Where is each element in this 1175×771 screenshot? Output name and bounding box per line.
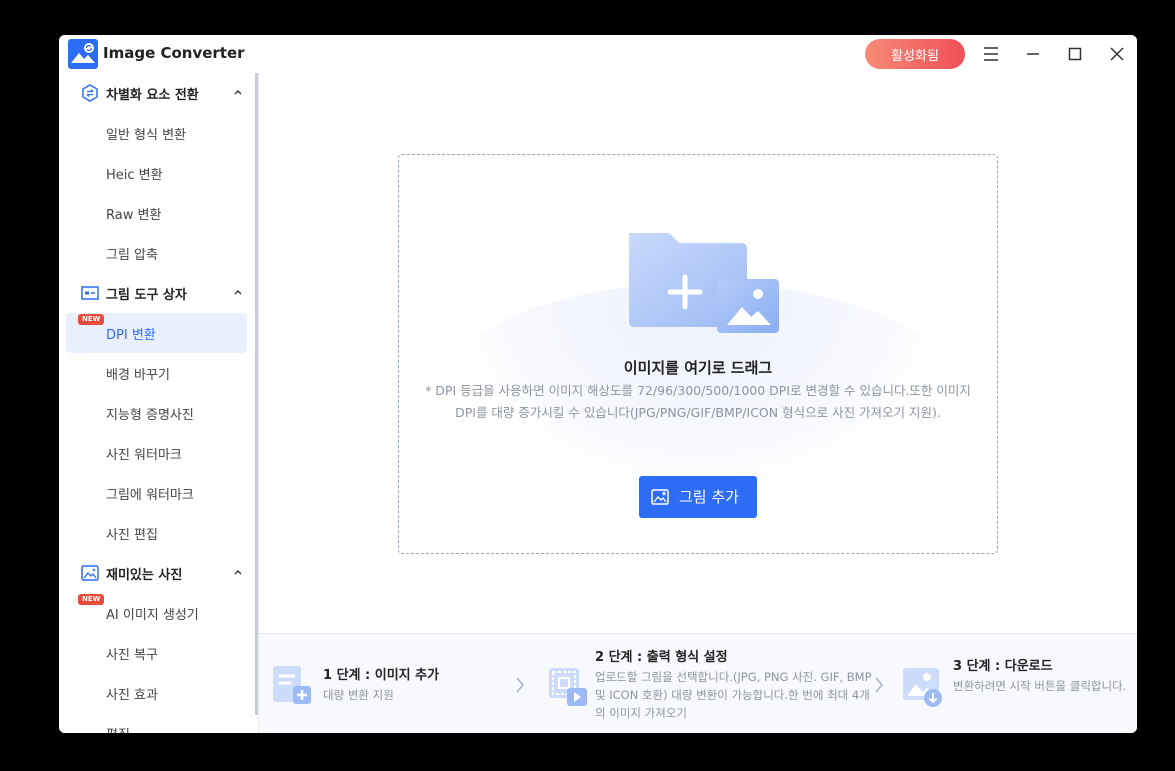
step-title: 2 단계 : 출력 형식 설정 — [595, 650, 728, 665]
app-window: Image Converter 활성화됨 차별화 요소 전환 일반 형식 변환 — [59, 35, 1137, 733]
title-bar: Image Converter 활성화됨 — [59, 35, 1137, 73]
maximize-icon[interactable] — [1064, 43, 1086, 65]
sidebar-item-label: 일반 형식 변환 — [106, 128, 187, 143]
activate-button[interactable]: 활성화됨 — [865, 39, 965, 69]
sidebar-item-raw[interactable]: Raw 변환 — [66, 193, 247, 233]
chevron-right-icon — [516, 677, 525, 693]
step-description: 변환하려면 시작 버튼을 클릭합니다. — [953, 679, 1127, 693]
sidebar-item-edit[interactable]: 편집 — [66, 713, 247, 733]
close-icon[interactable] — [1106, 43, 1128, 65]
sidebar-item-label: Heic 변환 — [106, 168, 163, 183]
sidebar-item-heic[interactable]: Heic 변환 — [66, 153, 247, 193]
sidebar-section-label: 재미있는 사진 — [106, 568, 183, 583]
sidebar-item-compress[interactable]: 그림 압축 — [66, 233, 247, 273]
sidebar-item-photo-edit[interactable]: 사진 편집 — [66, 513, 247, 553]
chevron-right-icon — [875, 677, 884, 693]
sidebar-item-label: 사진 효과 — [106, 688, 158, 703]
sidebar-item-label: 편집 — [106, 724, 130, 733]
sidebar-item-photo-watermark[interactable]: 사진 워터마크 — [66, 433, 247, 473]
sidebar-section-image-toolbox[interactable]: 그림 도구 상자 — [59, 273, 257, 313]
sidebar-item-label: 그림 압축 — [106, 248, 158, 263]
drop-zone-title: 이미지를 여기로 드래그 — [623, 359, 773, 377]
step-2: 2 단계 : 출력 형식 설정 업로드할 그림을 선택합니다.(JPG, PNG… — [545, 634, 875, 733]
main-content: 이미지를 여기로 드래그 * DPI 등급을 사용하면 이미지 해상도를 72/… — [259, 73, 1137, 633]
download-icon — [903, 668, 942, 707]
drop-zone-description: * DPI 등급을 사용하면 이미지 해상도를 72/96/300/500/10… — [425, 383, 971, 420]
output-format-icon — [549, 668, 587, 706]
step-1: 1 단계 : 이미지 추가 대량 변환 지원 — [259, 634, 529, 733]
step-3: 3 단계 : 다운로드 변환하려면 시작 버튼을 클릭합니다. — [899, 634, 1137, 733]
sidebar-item-label: 사진 워터마크 — [106, 448, 182, 463]
sidebar-item-ai-generator[interactable]: NEW AI 이미지 생성기 — [66, 593, 247, 633]
sidebar-section-fun-photos[interactable]: 재미있는 사진 — [59, 553, 257, 593]
new-badge: NEW — [78, 594, 105, 605]
sidebar-item-label: DPI 변환 — [106, 328, 156, 343]
step-description: 업로드할 그림을 선택합니다.(JPG, PNG 사진. GIF, BMP 및 … — [595, 670, 872, 720]
add-image-button[interactable]: 그림 추가 — [639, 476, 757, 518]
sidebar-item-dpi[interactable]: NEW DPI 변환 — [66, 313, 247, 353]
sidebar-item-label: 그림에 워터마크 — [106, 488, 194, 503]
steps-bar: 1 단계 : 이미지 추가 대량 변환 지원 2 단계 : 출력 형식 설정 업… — [259, 633, 1137, 733]
app-title: Image Converter — [103, 44, 245, 62]
sidebar-section-label: 그림 도구 상자 — [106, 288, 187, 303]
chevron-up-icon[interactable] — [233, 88, 243, 96]
sidebar-item-photo-effects[interactable]: 사진 효과 — [66, 673, 247, 713]
step-title: 1 단계 : 이미지 추가 — [323, 668, 440, 683]
step-title: 3 단계 : 다운로드 — [953, 659, 1053, 674]
sidebar-item-label: Raw 변환 — [106, 208, 162, 223]
sidebar-item-background[interactable]: 배경 바꾸기 — [66, 353, 247, 393]
menu-icon[interactable] — [980, 43, 1002, 65]
convert-icon — [82, 84, 98, 102]
folder-add-image-icon — [629, 232, 779, 333]
sidebar-item-image-watermark[interactable]: 그림에 워터마크 — [66, 473, 247, 513]
sidebar-item-label: 지능형 증명사진 — [106, 408, 194, 423]
step-description: 대량 변환 지원 — [323, 688, 394, 702]
fun-image-icon — [81, 565, 99, 581]
sidebar-item-label: 배경 바꾸기 — [106, 368, 170, 383]
sidebar-item-general-format[interactable]: 일반 형식 변환 — [66, 113, 247, 153]
sidebar-item-label: 사진 편집 — [106, 528, 158, 543]
sidebar: 차별화 요소 전환 일반 형식 변환 Heic 변환 Raw 변환 그림 압축 … — [59, 73, 257, 733]
sidebar-item-label: 사진 복구 — [106, 648, 158, 663]
add-file-icon — [273, 666, 311, 704]
sidebar-section-differentiated-conversion[interactable]: 차별화 요소 전환 — [59, 73, 257, 113]
add-image-label: 그림 추가 — [679, 488, 739, 506]
toolbox-icon — [81, 286, 99, 300]
minimize-icon[interactable] — [1022, 43, 1044, 65]
chevron-up-icon[interactable] — [233, 288, 243, 296]
drop-zone[interactable]: 이미지를 여기로 드래그 * DPI 등급을 사용하면 이미지 해상도를 72/… — [398, 154, 998, 554]
sidebar-item-label: AI 이미지 생성기 — [106, 608, 199, 623]
sidebar-item-photo-restore[interactable]: 사진 복구 — [66, 633, 247, 673]
add-image-icon — [651, 489, 669, 505]
sidebar-item-id-photo[interactable]: 지능형 증명사진 — [66, 393, 247, 433]
app-logo-icon — [68, 39, 98, 69]
sidebar-section-label: 차별화 요소 전환 — [106, 88, 199, 103]
chevron-up-icon[interactable] — [233, 568, 243, 576]
new-badge: NEW — [78, 314, 105, 325]
